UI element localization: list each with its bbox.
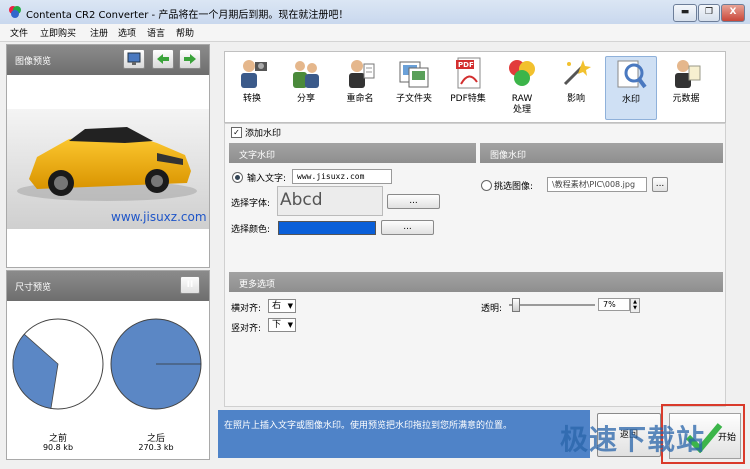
- title-bar: Contenta CR2 Converter - 产品将在一个月期后到期。现在就…: [0, 0, 750, 25]
- opacity-slider-thumb[interactable]: [512, 298, 521, 312]
- image-preview-header: 图像预览: [7, 45, 209, 75]
- input-text-label: 输入文字:: [247, 174, 287, 184]
- watermark-settings: ✓ 添加水印 文字水印 图像水印 输入文字: www.jisuxz.com 选择…: [224, 123, 726, 407]
- opacity-label: 透明:: [481, 304, 503, 314]
- window-title: Contenta CR2 Converter - 产品将在一个月期后到期。现在就…: [26, 10, 349, 21]
- text-watermark-radio[interactable]: [232, 172, 243, 183]
- text-watermark-title: 文字水印: [239, 151, 276, 161]
- add-watermark-label: 添加水印: [245, 129, 282, 139]
- next-button[interactable]: [179, 49, 201, 69]
- effects-icon: [559, 56, 593, 90]
- v-align-label: 竖对齐:: [231, 324, 262, 334]
- image-watermark-header: 图像水印: [480, 143, 723, 163]
- minimize-button[interactable]: ▬: [673, 4, 697, 22]
- add-watermark-checkbox[interactable]: ✓: [231, 127, 242, 138]
- tab-pdf-label: PDF特集: [450, 94, 486, 104]
- raw-icon: [505, 56, 539, 90]
- size-preview-title: 尺寸预览: [15, 283, 52, 293]
- tab-share[interactable]: 分享: [281, 56, 331, 118]
- tab-metadata-label: 元数据: [672, 94, 700, 104]
- preview-watermark-text[interactable]: www.jisuxz.com: [111, 210, 207, 224]
- tab-raw-label: RAW 处理: [511, 94, 533, 115]
- size-preview-panel: 尺寸预览 II 之前 90.8 kb 之后 270.3 kb: [6, 270, 210, 460]
- menu-language[interactable]: 语言: [147, 26, 165, 39]
- menu-buy[interactable]: 立即购买: [40, 26, 76, 39]
- image-preview-title: 图像预览: [15, 57, 52, 67]
- font-preview: Abcd: [277, 186, 383, 216]
- opacity-spinner[interactable]: ▲ ▼: [630, 298, 640, 313]
- before-size-pie: [12, 318, 104, 410]
- watermark-icon: [614, 57, 648, 91]
- image-watermark-radio[interactable]: [481, 180, 492, 191]
- monitor-icon: [127, 52, 141, 65]
- image-preview-panel: 图像预览 www.jisuxz.com: [6, 44, 210, 268]
- tab-subfolder-label: 子文件夹: [395, 94, 432, 104]
- text-watermark-header: 文字水印: [229, 143, 476, 163]
- tab-effects-label: 影响: [566, 94, 585, 104]
- color-label: 选择颜色:: [231, 225, 271, 235]
- font-label: 选择字体:: [231, 199, 271, 209]
- previous-button[interactable]: [152, 49, 174, 69]
- monitor-button[interactable]: [123, 49, 145, 69]
- watermark-text-input[interactable]: www.jisuxz.com: [292, 169, 392, 184]
- tab-convert-label: 转换: [242, 94, 261, 104]
- maximize-button[interactable]: ❐: [698, 4, 720, 22]
- metadata-icon: [669, 56, 703, 90]
- menu-register[interactable]: 注册: [90, 26, 108, 39]
- function-toolbar: 转换 分享 重命名 子文件夹 PDF PDF特集 RAW 处理 影响 水印 元数…: [224, 51, 726, 123]
- image-watermark-title: 图像水印: [490, 151, 527, 161]
- menu-options[interactable]: 选项: [118, 26, 136, 39]
- more-options-title: 更多选项: [239, 280, 276, 290]
- menu-help[interactable]: 帮助: [176, 26, 194, 39]
- menu-file[interactable]: 文件: [10, 26, 28, 39]
- browse-image-button[interactable]: ...: [652, 177, 668, 192]
- tab-convert[interactable]: 转换: [227, 56, 277, 118]
- tab-metadata[interactable]: 元数据: [661, 56, 711, 118]
- choose-font-button[interactable]: ...: [387, 194, 440, 209]
- before-size: 90.8 kb: [42, 443, 74, 452]
- tab-share-label: 分享: [296, 94, 315, 104]
- close-button[interactable]: X: [721, 4, 745, 22]
- tab-watermark[interactable]: 水印: [605, 56, 657, 120]
- pause-button[interactable]: II: [180, 276, 200, 294]
- hint-bar: 在照片上插入文字或图像水印。使用预览把水印拖拉到您所满意的位置。: [218, 410, 590, 458]
- pdf-icon: PDF: [451, 56, 485, 90]
- svg-text:PDF: PDF: [458, 61, 474, 69]
- h-align-label: 横对齐:: [231, 304, 262, 314]
- tab-watermark-label: 水印: [621, 95, 640, 105]
- tab-rename[interactable]: 重命名: [335, 56, 385, 118]
- share-icon: [289, 56, 323, 90]
- pick-image-label: 挑选图像:: [494, 182, 534, 192]
- tab-rename-label: 重命名: [346, 94, 374, 104]
- site-watermark: 极速下载站: [560, 423, 706, 456]
- image-path-input[interactable]: \教程素材\PIC\008.jpg: [547, 177, 647, 192]
- choose-color-button[interactable]: ...: [381, 220, 434, 235]
- h-align-select[interactable]: 右: [268, 299, 296, 313]
- more-options-header: 更多选项: [229, 272, 723, 292]
- opacity-slider-track[interactable]: [509, 304, 595, 306]
- menu-bar: 文件 立即购买 注册 选项 语言 帮助: [0, 24, 750, 42]
- size-preview-header: 尺寸预览 II: [7, 271, 209, 301]
- tab-effects[interactable]: 影响: [551, 56, 601, 118]
- tab-pdf[interactable]: PDF PDF特集: [443, 56, 493, 118]
- opacity-value[interactable]: 7%: [598, 298, 630, 311]
- arrow-right-icon: [184, 54, 196, 64]
- convert-icon: [235, 56, 269, 90]
- subfolder-icon: [397, 56, 431, 90]
- color-swatch[interactable]: [278, 221, 376, 235]
- arrow-left-icon: [157, 54, 169, 64]
- rename-icon: [343, 56, 377, 90]
- after-size: 270.3 kb: [138, 443, 174, 452]
- v-align-select[interactable]: 下: [268, 318, 296, 332]
- tab-subfolder[interactable]: 子文件夹: [389, 56, 439, 118]
- hint-text: 在照片上插入文字或图像水印。使用预览把水印拖拉到您所满意的位置。: [224, 421, 513, 431]
- tab-raw[interactable]: RAW 处理: [497, 56, 547, 118]
- app-icon: [8, 5, 22, 19]
- after-size-pie: [110, 318, 202, 410]
